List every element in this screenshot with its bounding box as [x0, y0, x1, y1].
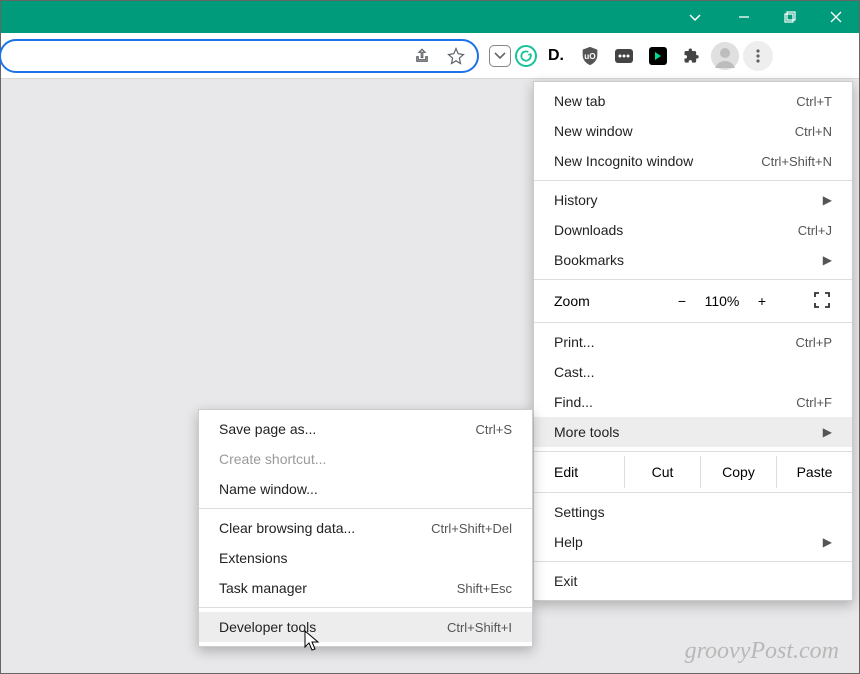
menu-label: Save page as...: [219, 421, 316, 437]
menu-item-cast[interactable]: Cast...: [534, 357, 852, 387]
submenu-item-clear-data[interactable]: Clear browsing data... Ctrl+Shift+Del: [199, 513, 532, 543]
address-bar[interactable]: [0, 39, 479, 73]
menu-item-help[interactable]: Help ▶: [534, 527, 852, 557]
menu-shortcut: Ctrl+Shift+N: [761, 154, 832, 169]
grammarly-icon[interactable]: [515, 45, 537, 67]
menu-item-new-tab[interactable]: New tab Ctrl+T: [534, 86, 852, 116]
pocket-icon[interactable]: [489, 45, 511, 67]
submenu-item-create-shortcut: Create shortcut...: [199, 444, 532, 474]
zoom-out-button[interactable]: −: [662, 293, 702, 309]
menu-separator: [199, 607, 532, 608]
menu-item-more-tools[interactable]: More tools ▶: [534, 417, 852, 447]
menu-label: Clear browsing data...: [219, 520, 355, 536]
menu-item-print[interactable]: Print... Ctrl+P: [534, 327, 852, 357]
star-icon[interactable]: [443, 43, 469, 69]
tab-search-icon[interactable]: [675, 1, 715, 33]
menu-item-find[interactable]: Find... Ctrl+F: [534, 387, 852, 417]
share-icon[interactable]: [409, 43, 435, 69]
chevron-right-icon: ▶: [823, 193, 832, 207]
menu-shortcut: Ctrl+Shift+I: [447, 620, 512, 635]
menu-shortcut: Ctrl+Shift+Del: [431, 521, 512, 536]
dictionary-icon[interactable]: D.: [541, 41, 571, 71]
ublock-icon[interactable]: uO: [575, 41, 605, 71]
menu-label: New Incognito window: [554, 153, 693, 169]
menu-label: New tab: [554, 93, 605, 109]
menu-label: More tools: [554, 424, 619, 440]
chevron-right-icon: ▶: [823, 253, 832, 267]
menu-shortcut: Ctrl+N: [795, 124, 832, 139]
menu-label: Name window...: [219, 481, 318, 497]
profile-avatar[interactable]: [711, 42, 739, 70]
chrome-menu: New tab Ctrl+T New window Ctrl+N New Inc…: [533, 81, 853, 601]
menu-label: Cast...: [554, 364, 594, 380]
menu-label: History: [554, 192, 598, 208]
menu-shortcut: Ctrl+S: [476, 422, 512, 437]
maximize-button[interactable]: [767, 1, 813, 33]
menu-item-downloads[interactable]: Downloads Ctrl+J: [534, 215, 852, 245]
menu-separator: [534, 322, 852, 323]
menu-label: Exit: [554, 573, 577, 589]
chevron-right-icon: ▶: [823, 425, 832, 439]
menu-separator: [534, 180, 852, 181]
minimize-button[interactable]: [721, 1, 767, 33]
watermark: groovyPost.com: [685, 638, 839, 665]
menu-label: Create shortcut...: [219, 451, 326, 467]
menu-label: Help: [554, 534, 583, 550]
menu-item-new-window[interactable]: New window Ctrl+N: [534, 116, 852, 146]
menu-separator: [199, 508, 532, 509]
titlebar: [1, 1, 859, 33]
menu-item-settings[interactable]: Settings: [534, 497, 852, 527]
zoom-value: 110%: [702, 293, 742, 309]
menu-separator: [534, 279, 852, 280]
extensions-puzzle-icon[interactable]: [677, 41, 707, 71]
menu-label: Extensions: [219, 550, 287, 566]
menu-separator: [534, 492, 852, 493]
menu-label: Downloads: [554, 222, 623, 238]
menu-shortcut: Ctrl+J: [798, 223, 832, 238]
menu-item-new-incognito[interactable]: New Incognito window Ctrl+Shift+N: [534, 146, 852, 176]
menu-shortcut: Ctrl+T: [796, 94, 832, 109]
menu-label: Task manager: [219, 580, 307, 596]
menu-item-exit[interactable]: Exit: [534, 566, 852, 596]
zoom-label: Zoom: [554, 293, 590, 309]
menu-item-history[interactable]: History ▶: [534, 185, 852, 215]
browser-window: D. uO New tab Ctrl+T: [0, 0, 860, 674]
chevron-right-icon: ▶: [823, 535, 832, 549]
submenu-item-task-manager[interactable]: Task manager Shift+Esc: [199, 573, 532, 603]
menu-label: New window: [554, 123, 633, 139]
submenu-item-extensions[interactable]: Extensions: [199, 543, 532, 573]
menu-item-bookmarks[interactable]: Bookmarks ▶: [534, 245, 852, 275]
menu-label: Developer tools: [219, 619, 316, 635]
more-tools-submenu: Save page as... Ctrl+S Create shortcut..…: [198, 409, 533, 647]
social-icon[interactable]: [609, 41, 639, 71]
play-icon[interactable]: [643, 41, 673, 71]
copy-button[interactable]: Copy: [700, 456, 776, 488]
menu-label: Settings: [554, 504, 605, 520]
zoom-row: Zoom − 110% +: [534, 284, 852, 318]
edit-row: Edit Cut Copy Paste: [534, 456, 852, 488]
menu-label: Find...: [554, 394, 593, 410]
paste-button[interactable]: Paste: [776, 456, 852, 488]
submenu-item-save-page[interactable]: Save page as... Ctrl+S: [199, 414, 532, 444]
submenu-item-name-window[interactable]: Name window...: [199, 474, 532, 504]
submenu-item-developer-tools[interactable]: Developer tools Ctrl+Shift+I: [199, 612, 532, 642]
close-button[interactable]: [813, 1, 859, 33]
edit-label: Edit: [554, 464, 624, 480]
menu-shortcut: Ctrl+P: [796, 335, 832, 350]
menu-shortcut: Ctrl+F: [796, 395, 832, 410]
menu-separator: [534, 451, 852, 452]
menu-separator: [534, 561, 852, 562]
menu-shortcut: Shift+Esc: [457, 581, 512, 596]
zoom-in-button[interactable]: +: [742, 293, 782, 309]
menu-label: Print...: [554, 334, 594, 350]
menu-label: Bookmarks: [554, 252, 624, 268]
chrome-menu-button[interactable]: [743, 41, 773, 71]
toolbar: D. uO: [1, 33, 859, 79]
cut-button[interactable]: Cut: [624, 456, 700, 488]
svg-text:uO: uO: [584, 51, 596, 60]
extension-row: D. uO: [489, 41, 773, 71]
fullscreen-icon[interactable]: [802, 292, 842, 311]
